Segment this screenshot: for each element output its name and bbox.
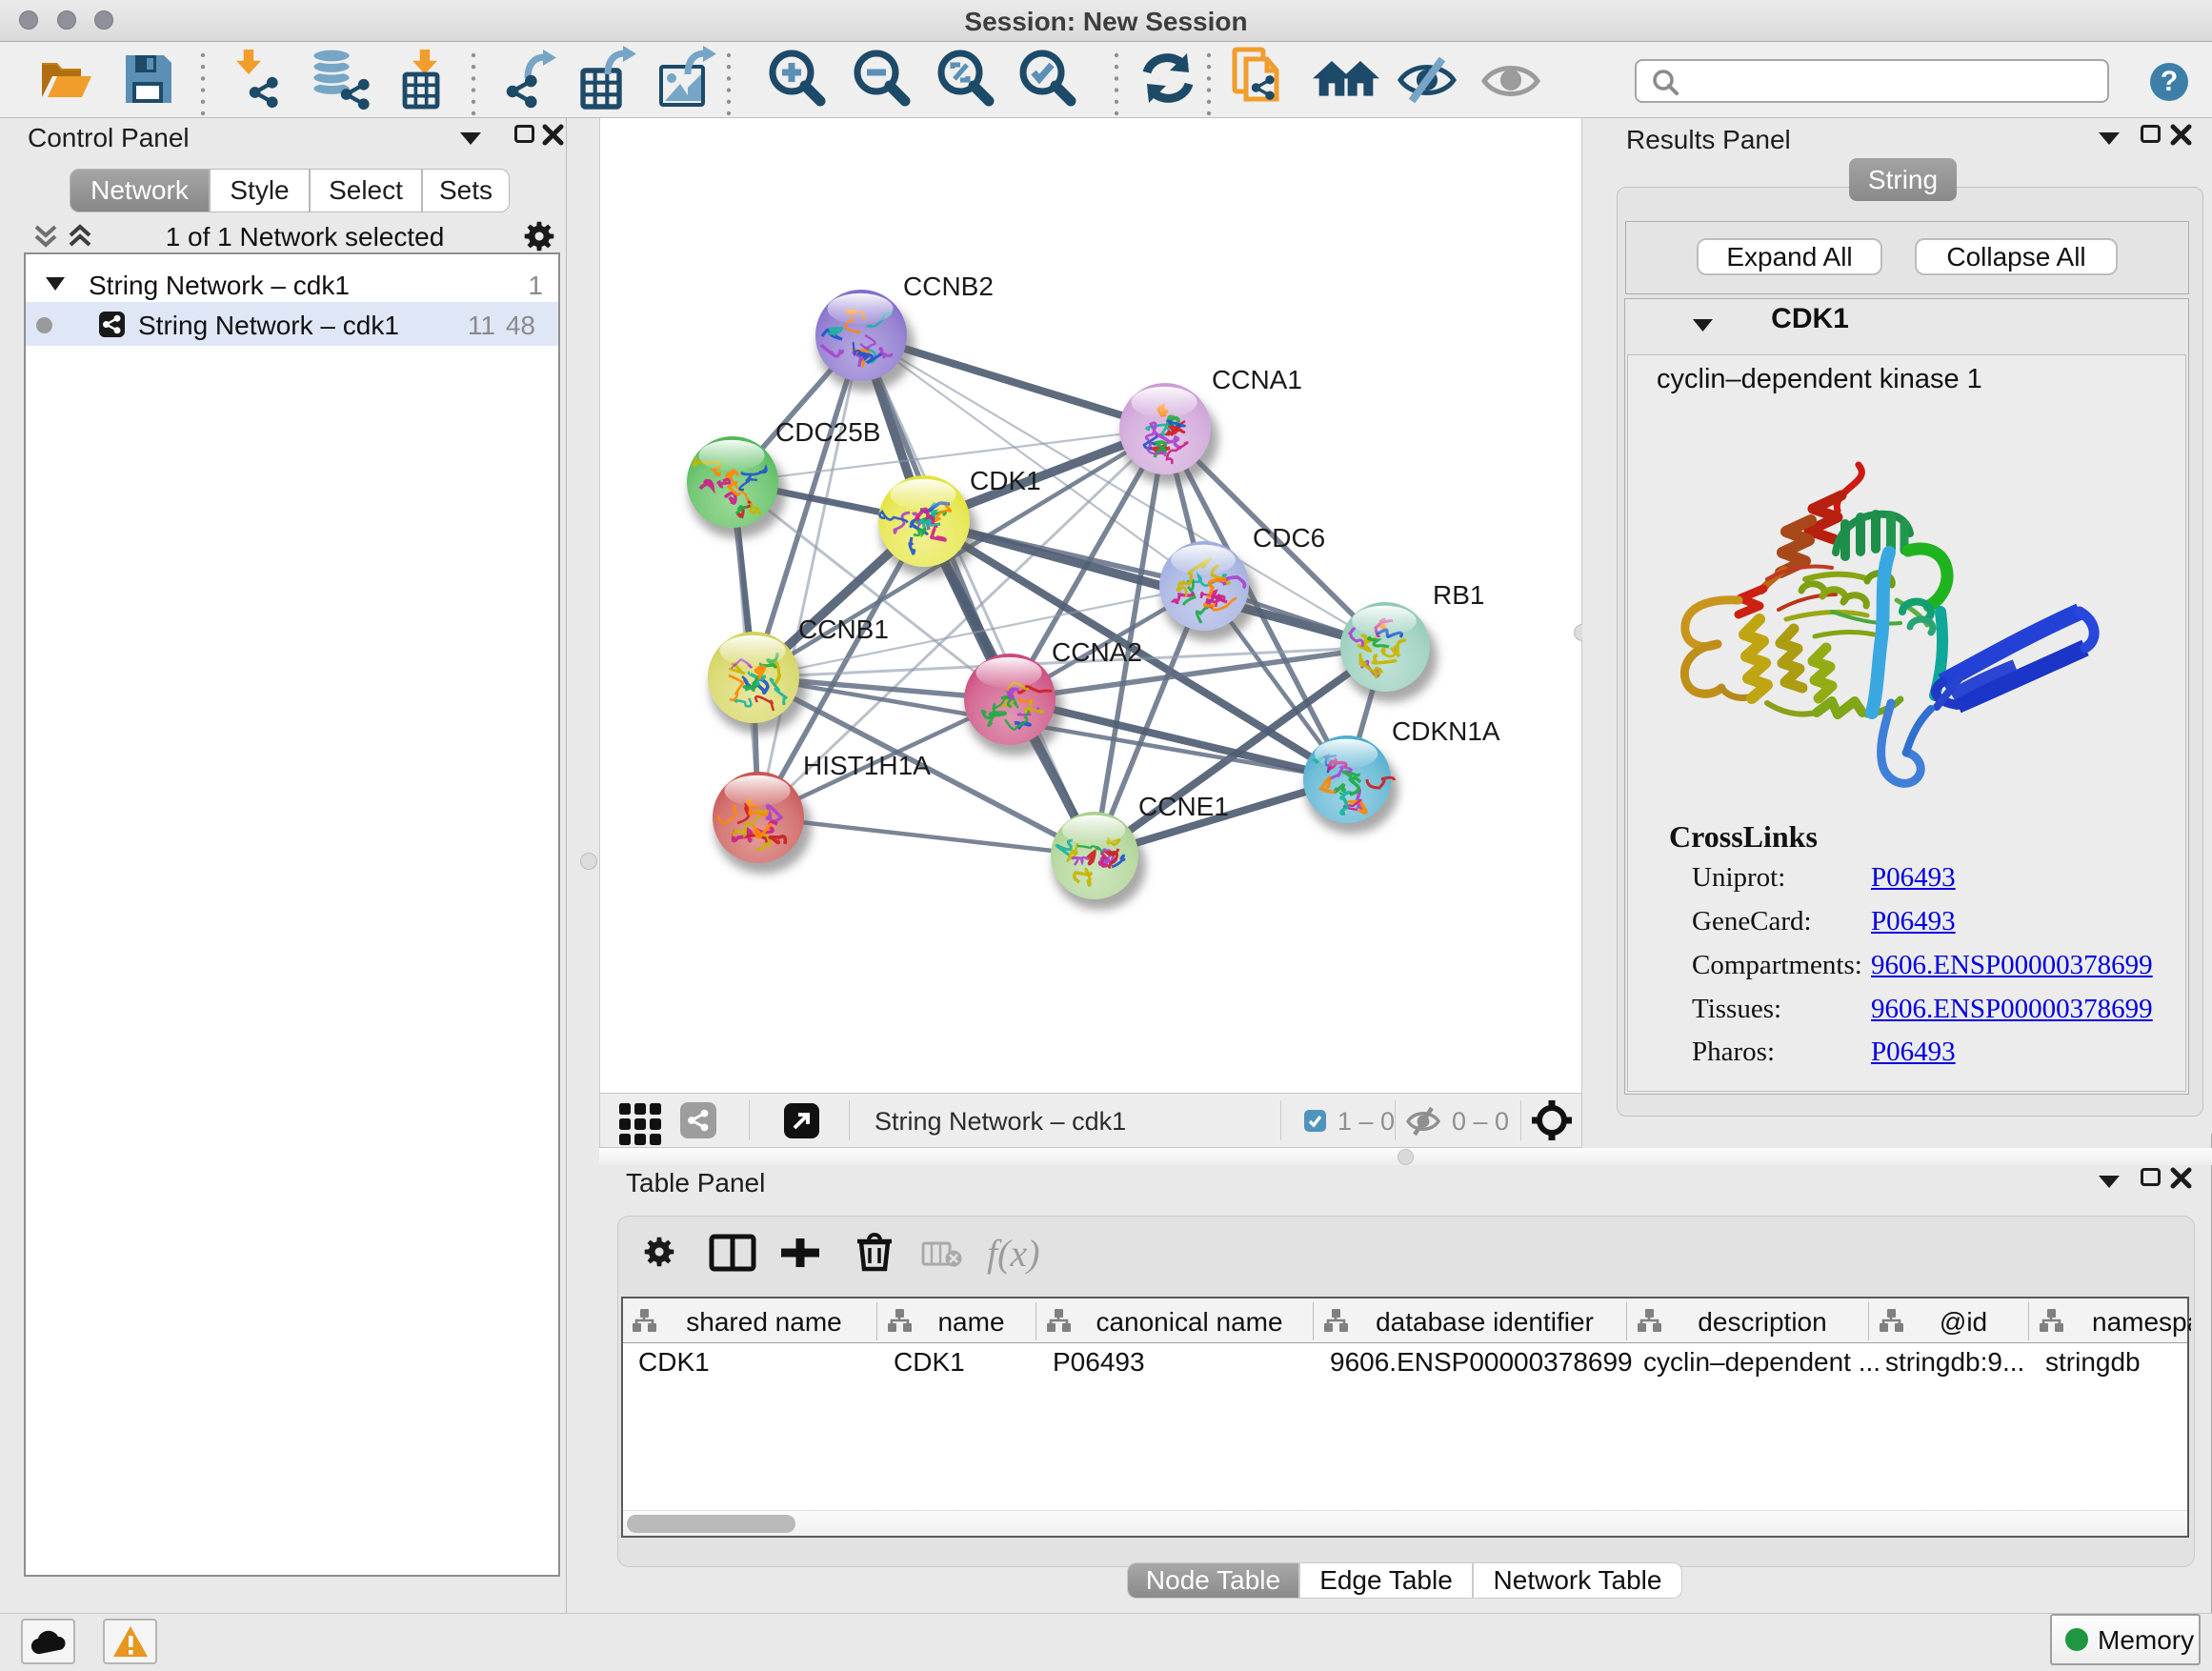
svg-text:CDK1: CDK1 [970, 466, 1041, 495]
svg-text:CCNB2: CCNB2 [903, 272, 994, 301]
svg-text:CDC25B: CDC25B [775, 417, 880, 447]
svg-text:HIST1H1A: HIST1H1A [803, 751, 931, 780]
svg-text:CDC6: CDC6 [1253, 523, 1325, 553]
svg-text:CDKN1A: CDKN1A [1392, 716, 1500, 746]
svg-text:CCNB1: CCNB1 [798, 614, 889, 644]
svg-text:RB1: RB1 [1433, 580, 1484, 610]
svg-text:CCNE1: CCNE1 [1138, 792, 1229, 821]
svg-text:CCNA1: CCNA1 [1212, 365, 1302, 394]
svg-text:CCNA2: CCNA2 [1052, 637, 1142, 667]
